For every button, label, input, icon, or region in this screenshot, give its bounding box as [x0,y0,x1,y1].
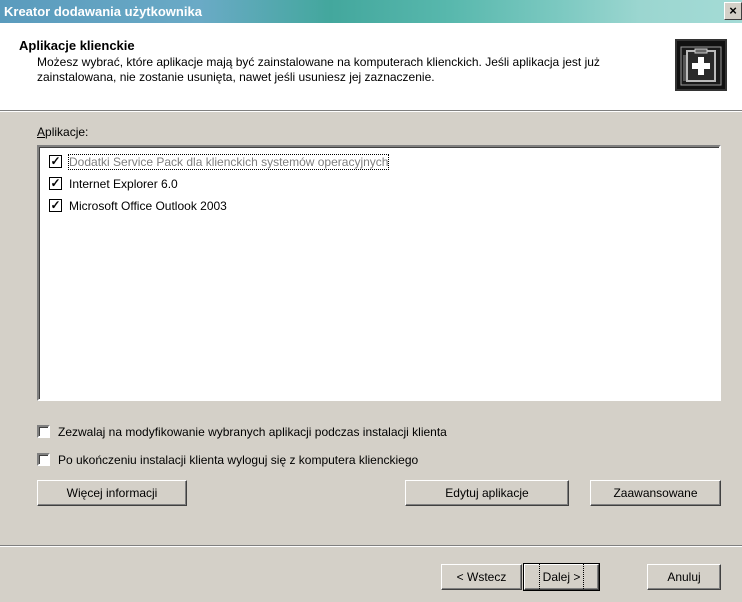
page-description: Możesz wybrać, które aplikacje mają być … [37,55,600,84]
checkbox-checked-icon[interactable]: ✓ [49,177,62,191]
allow-modify-checkbox[interactable] [37,425,50,439]
allow-modify-option[interactable]: Zezwalaj na modyfikowanie wybranych apli… [37,423,447,439]
close-button[interactable]: × [724,2,742,20]
more-info-label: Więcej informacji [66,486,158,500]
list-item-label: Dodatki Service Pack dla klienckich syst… [67,153,390,170]
edit-apps-button[interactable]: Edytuj aplikacje [405,480,569,506]
more-info-button[interactable]: Więcej informacji [37,480,187,506]
list-item[interactable]: ✓ Internet Explorer 6.0 [49,175,178,191]
back-label: < Wstecz [456,570,507,584]
edit-apps-label: Edytuj aplikacje [445,486,529,500]
logoff-label: Po ukończeniu instalacji klienta wyloguj… [58,452,419,467]
next-button[interactable]: Dalej > [523,563,600,591]
page-title: Aplikacje klienckie [19,38,135,53]
list-item-label: Microsoft Office Outlook 2003 [69,198,227,213]
logoff-checkbox[interactable] [37,453,50,467]
advanced-label: Zaawansowane [613,486,698,500]
list-item[interactable]: ✓ Microsoft Office Outlook 2003 [49,197,227,213]
list-item[interactable]: ✓ Dodatki Service Pack dla klienckich sys… [49,153,390,170]
logoff-option[interactable]: Po ukończeniu instalacji klienta wyloguj… [37,451,418,467]
apps-label: Aplikacje: [37,125,89,139]
checkbox-checked-icon[interactable]: ✓ [49,155,62,169]
cancel-button[interactable]: Anuluj [647,564,721,590]
first-aid-kit-icon [675,39,727,91]
checkbox-checked-icon[interactable]: ✓ [49,199,62,213]
footer-separator-highlight [0,546,742,547]
cancel-label: Anuluj [667,570,701,584]
header-separator [0,111,742,112]
title-bar: Kreator dodawania użytkownika × [0,0,742,23]
window-title: Kreator dodawania użytkownika [4,4,202,19]
back-button[interactable]: < Wstecz [441,564,522,590]
apps-listbox[interactable]: ✓ Dodatki Service Pack dla klienckich sys… [37,145,721,401]
close-icon: × [729,3,737,18]
wizard-header: Aplikacje klienckie Możesz wybrać, które… [0,23,742,111]
list-item-label: Internet Explorer 6.0 [69,176,178,191]
advanced-button[interactable]: Zaawansowane [590,480,721,506]
next-label: Dalej > [538,563,585,591]
allow-modify-label: Zezwalaj na modyfikowanie wybranych apli… [58,424,447,439]
